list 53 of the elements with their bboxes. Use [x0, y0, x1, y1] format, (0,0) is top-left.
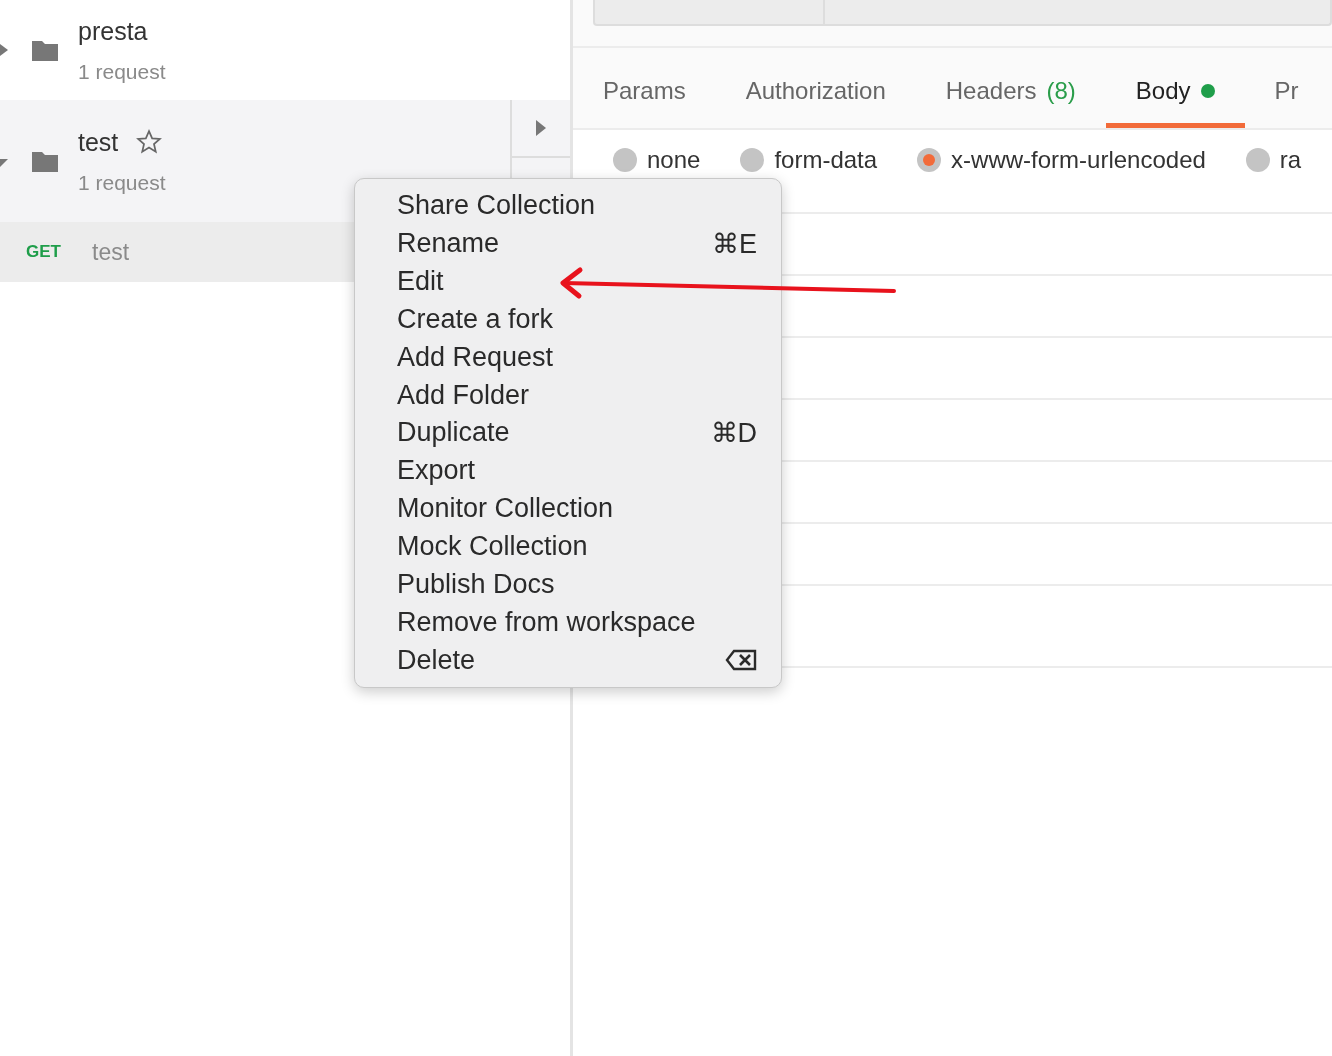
request-count: 1 request: [78, 59, 166, 84]
shortcut-label: ⌘D: [710, 417, 757, 449]
menu-label: Remove from workspace: [397, 606, 696, 638]
tab-count: (8): [1046, 76, 1076, 105]
folder-icon: [32, 39, 58, 61]
menu-label: Add Folder: [397, 379, 530, 411]
request-name: test: [92, 238, 130, 266]
request-tab[interactable]: Authorization: [715, 48, 916, 128]
menu-label: Monitor Collection: [397, 493, 614, 525]
star-icon[interactable]: [136, 129, 163, 155]
menu-item[interactable]: Share Collection: [355, 187, 781, 225]
request-tab[interactable]: Pr: [1244, 48, 1329, 128]
menu-item[interactable]: Duplicate ⌘D: [355, 414, 781, 452]
menu-label: Export: [397, 455, 476, 487]
method-label: GET: [26, 242, 62, 262]
shortcut-label: ⌘E: [712, 227, 757, 260]
request-tab[interactable]: Params: [573, 48, 716, 128]
collection-name[interactable]: presta: [78, 16, 148, 46]
menu-label: Create a fork: [397, 303, 554, 335]
menu-label: Delete: [397, 644, 476, 676]
radio-label: form-data: [774, 146, 878, 174]
menu-label: Mock Collection: [397, 531, 588, 562]
backspace-icon: [725, 649, 757, 672]
radio-button[interactable]: [613, 148, 637, 172]
menu-label: Rename: [397, 228, 500, 260]
request-count: 1 request: [78, 170, 166, 195]
menu-label: Duplicate: [397, 417, 510, 449]
play-icon: [536, 120, 546, 136]
radio-label: ra: [1279, 146, 1302, 174]
menu-item[interactable]: Delete: [355, 641, 781, 679]
menu-item[interactable]: Publish Docs: [355, 565, 781, 604]
body-type-option[interactable]: form-data: [740, 146, 878, 174]
menu-item[interactable]: Mock Collection: [355, 527, 781, 566]
request-tab[interactable]: Body: [1105, 48, 1245, 128]
caret-icon[interactable]: [0, 44, 8, 56]
folder-icon: [32, 150, 58, 172]
menu-item[interactable]: Export: [355, 451, 781, 490]
menu-label: Share Collection: [397, 190, 596, 222]
collection-name[interactable]: test: [78, 127, 119, 157]
radio-label: none: [647, 146, 701, 174]
menu-item[interactable]: Monitor Collection: [355, 489, 781, 528]
body-type-option[interactable]: none: [613, 146, 701, 174]
radio-button[interactable]: [1245, 148, 1270, 172]
radio-button[interactable]: [917, 148, 942, 172]
menu-item[interactable]: Add Folder: [355, 376, 781, 415]
menu-label: Publish Docs: [397, 568, 555, 600]
radio-button[interactable]: [740, 148, 765, 172]
request-tab[interactable]: Headers (8): [915, 48, 1106, 128]
body-type-option[interactable]: ra: [1245, 146, 1302, 174]
menu-item[interactable]: Remove from workspace: [355, 603, 781, 642]
menu-item[interactable]: Add Request: [355, 338, 781, 377]
menu-item[interactable]: Create a fork: [355, 300, 781, 339]
menu-label: Add Request: [397, 341, 554, 373]
